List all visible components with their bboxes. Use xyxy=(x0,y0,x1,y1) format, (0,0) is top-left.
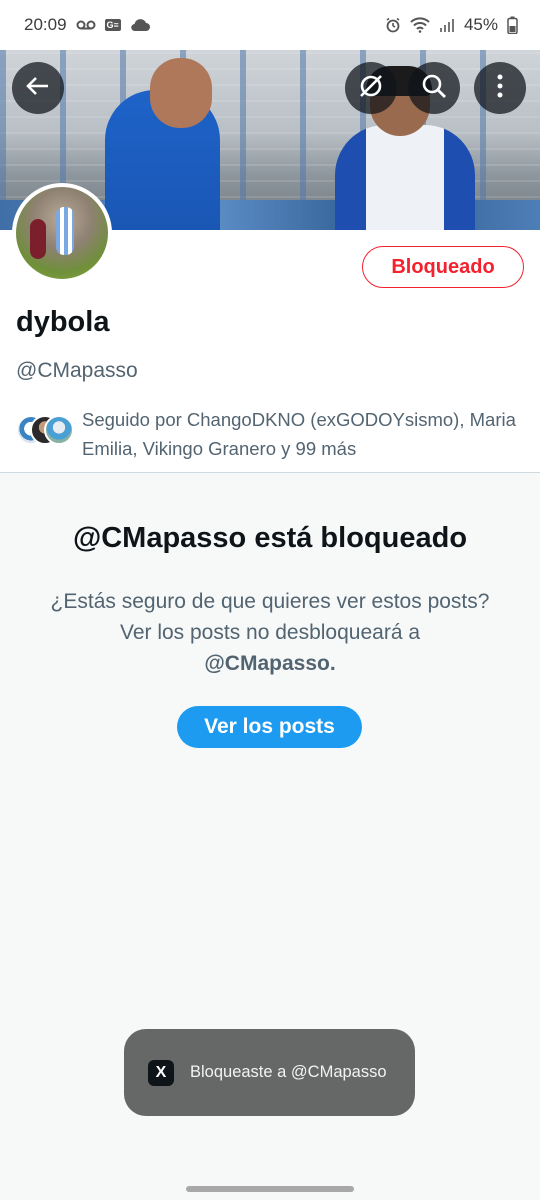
grok-button[interactable] xyxy=(345,62,397,114)
followed-by-text: Seguido por ChangoDKNO (exGODOYsismo), M… xyxy=(82,409,516,459)
cloud-icon xyxy=(130,18,150,32)
status-left: 20:09 G≡ xyxy=(24,15,150,35)
toast: X Bloqueaste a @CMapasso xyxy=(124,1029,415,1116)
x-logo-icon: X xyxy=(148,1059,174,1086)
grok-icon xyxy=(357,72,385,105)
follower-avatars xyxy=(16,415,74,449)
alarm-icon xyxy=(385,17,401,33)
signal-icon xyxy=(439,17,455,33)
followed-by[interactable]: Seguido por ChangoDKNO (exGODOYsismo), M… xyxy=(16,405,526,463)
voicemail-icon xyxy=(76,19,96,31)
arrow-left-icon xyxy=(25,73,51,104)
avatar-figure-left xyxy=(30,219,46,259)
display-name: dybola xyxy=(16,306,110,338)
banner-head-left xyxy=(150,58,212,128)
battery-percent: 45% xyxy=(463,15,498,34)
status-bar: 20:09 G≡ 45% xyxy=(0,0,540,50)
blocked-button[interactable]: Bloqueado xyxy=(362,246,524,288)
back-button[interactable] xyxy=(12,62,64,114)
wifi-icon xyxy=(410,17,430,33)
more-button[interactable] xyxy=(474,62,526,114)
gallery-badge-icon: G≡ xyxy=(104,19,121,31)
profile-avatar[interactable] xyxy=(12,183,112,283)
blocked-description: ¿Estás seguro de que quieres ver estos p… xyxy=(50,586,490,679)
blocked-title: @CMapasso está bloqueado xyxy=(72,522,468,554)
toast-message: Bloqueaste a @CMapasso xyxy=(190,1063,387,1081)
home-indicator[interactable] xyxy=(186,1186,354,1192)
view-posts-button[interactable]: Ver los posts xyxy=(177,706,362,748)
blocked-description-text: ¿Estás seguro de que quieres ver estos p… xyxy=(50,590,490,644)
battery-icon xyxy=(507,16,518,34)
banner-person-right xyxy=(335,125,475,230)
status-time: 20:09 xyxy=(24,15,67,34)
status-right: 45% xyxy=(385,15,518,35)
avatar-figure-right xyxy=(56,207,74,255)
blocked-description-handle: @CMapasso. xyxy=(204,652,336,675)
follower-avatar xyxy=(44,415,74,445)
search-icon xyxy=(420,72,448,105)
more-vertical-icon xyxy=(496,73,504,104)
search-button[interactable] xyxy=(408,62,460,114)
user-handle: @CMapasso xyxy=(16,359,138,382)
